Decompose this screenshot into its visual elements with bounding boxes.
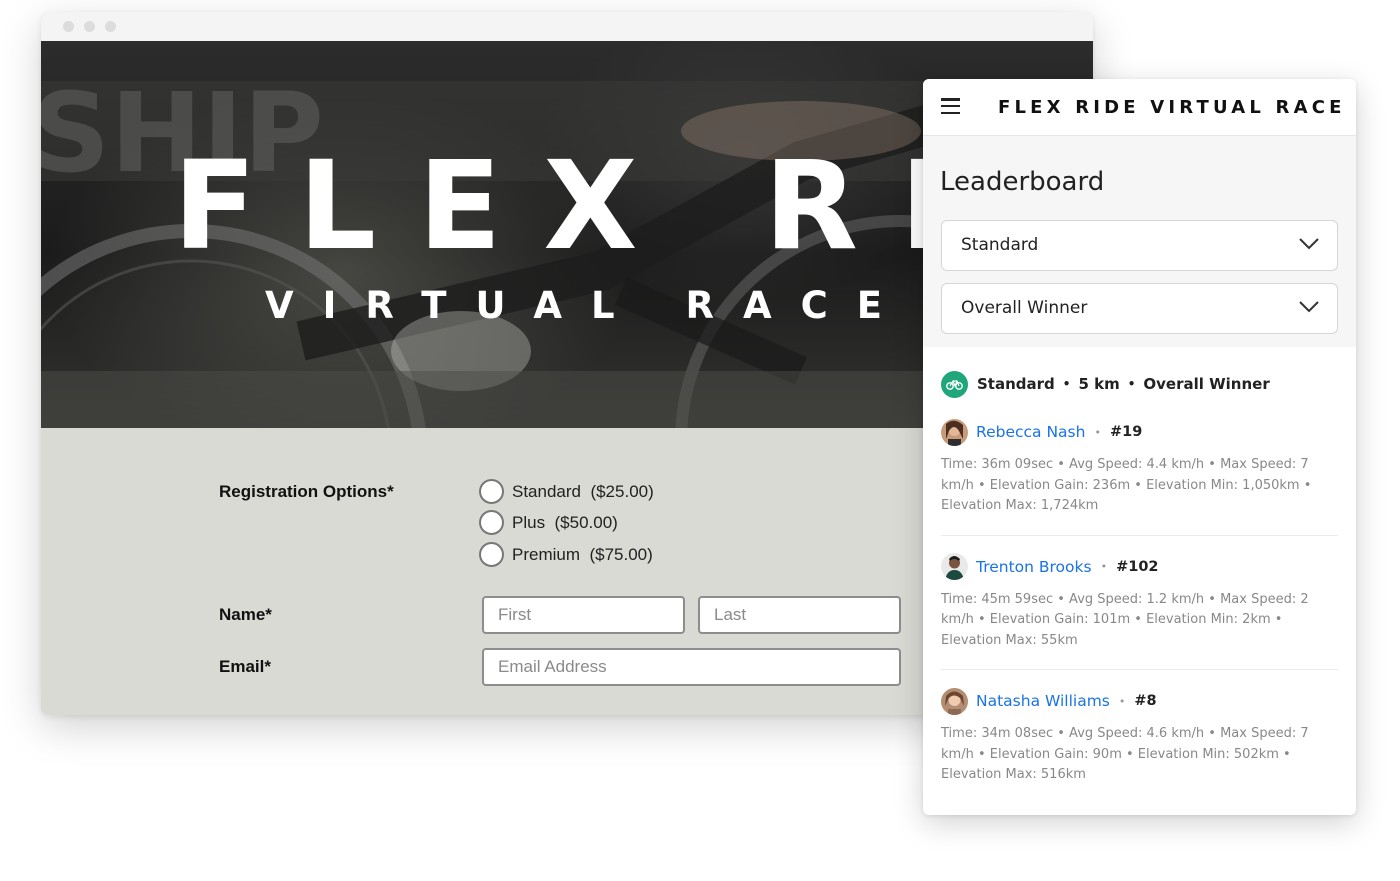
racer-rank: #102 [1116,558,1159,575]
list-item: Natasha Williams • #8 Time: 34m 08sec • … [941,670,1338,804]
summary-distance: 5 km [1078,375,1120,393]
window-close-dot[interactable] [63,21,74,32]
hero-subtitle: VIRTUAL RACE [265,284,912,327]
separator-dot: • [1127,377,1136,391]
racer-name-link[interactable]: Trenton Brooks [976,558,1092,576]
filter-group: Standard Overall Winner [923,219,1356,347]
racer-stats: Time: 36m 09sec • Avg Speed: 4.4 km/h • … [941,457,1312,513]
email-input[interactable] [482,648,901,686]
email-label: Email* [219,657,271,676]
radio-button[interactable] [479,479,504,504]
racer-name-link[interactable]: Rebecca Nash [976,423,1085,441]
separator-dot: • [1062,377,1071,391]
panel-header: FLEX RIDE VIRTUAL RACE [923,79,1356,136]
chevron-down-icon [1299,301,1319,313]
leaderboard-panel: FLEX RIDE VIRTUAL RACE Leaderboard Stand… [923,79,1356,815]
award-select[interactable]: Overall Winner [941,283,1338,334]
racer-name-link[interactable]: Natasha Williams [976,692,1110,710]
menu-icon[interactable] [941,98,960,115]
chevron-down-icon [1299,238,1319,250]
avatar [941,553,968,580]
racer-stats: Time: 45m 59sec • Avg Speed: 1.2 km/h • … [941,591,1309,648]
window-minimize-dot[interactable] [84,21,95,32]
radio-label: Premium ($75.00) [512,544,653,564]
panel-title-bar: Leaderboard [923,136,1356,219]
radio-option-premium[interactable]: Premium ($75.00) [479,542,653,567]
panel-brand-title: FLEX RIDE VIRTUAL RACE [998,97,1346,118]
racer-rank: #19 [1109,424,1143,440]
summary-category: Standard [977,375,1055,393]
radio-label: Standard ($25.00) [512,481,654,501]
page-title: Leaderboard [940,167,1105,197]
radio-button[interactable] [479,542,504,567]
separator-dot: • [1118,694,1126,708]
name-label: Name* [219,605,272,624]
list-item: Trenton Brooks • #102 Time: 45m 59sec • … [941,536,1338,670]
radio-option-plus[interactable]: Plus ($50.00) [479,510,618,535]
leaderboard-list: Standard • 5 km • Overall Winner Rebecca… [923,357,1356,804]
window-maximize-dot[interactable] [105,21,116,32]
list-item: Rebecca Nash • #19 Time: 36m 09sec • Avg… [941,411,1338,536]
radio-label: Plus ($50.00) [512,512,618,532]
avatar [941,687,968,715]
results-summary: Standard • 5 km • Overall Winner [941,357,1338,411]
category-select[interactable]: Standard [941,220,1338,271]
award-select-value: Overall Winner [961,298,1088,318]
avatar [941,418,968,446]
separator-dot: • [1100,560,1108,573]
racer-stats: Time: 34m 08sec • Avg Speed: 4.6 km/h • … [941,726,1309,782]
radio-button[interactable] [479,510,504,535]
racer-rank: #8 [1134,693,1157,709]
last-name-input[interactable] [698,596,901,634]
category-select-value: Standard [961,235,1039,255]
browser-titlebar [41,12,1093,41]
radio-option-standard[interactable]: Standard ($25.00) [479,479,654,504]
bicycle-icon [941,370,968,398]
separator-dot: • [1094,425,1101,439]
first-name-input[interactable] [482,596,685,634]
registration-options-label: Registration Options* [219,482,394,501]
summary-award: Overall Winner [1143,375,1270,393]
